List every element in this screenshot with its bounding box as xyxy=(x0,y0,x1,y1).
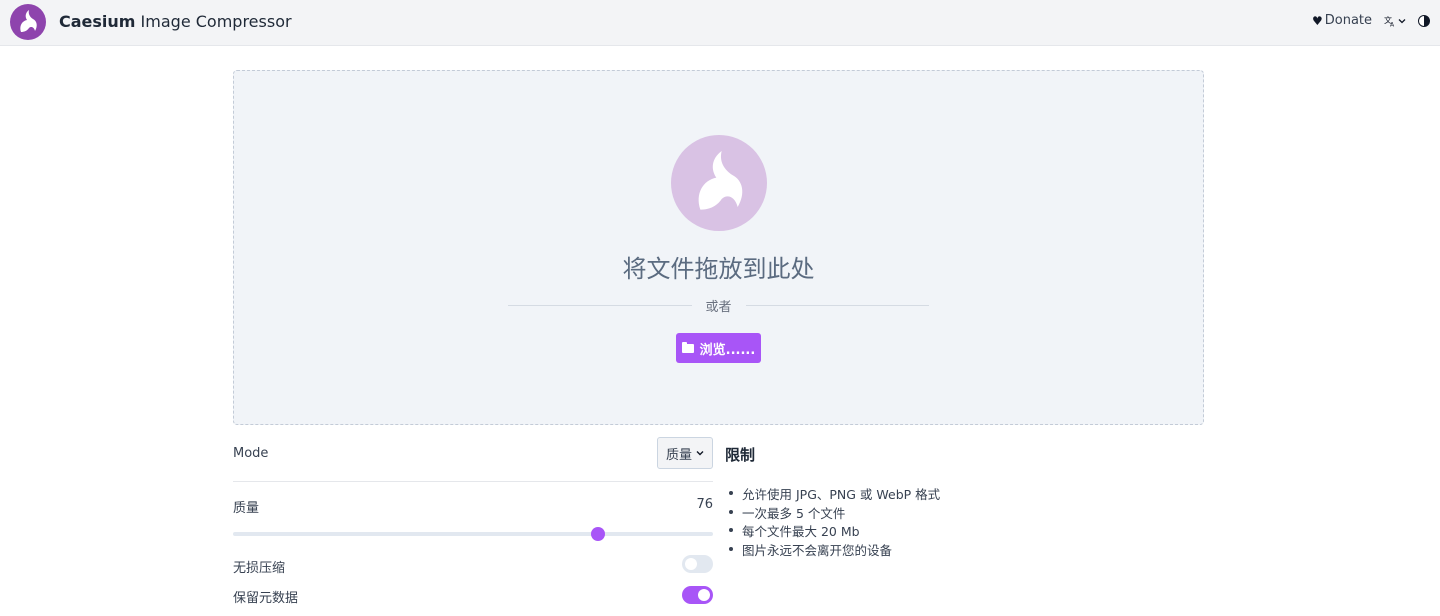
folder-icon xyxy=(681,341,694,353)
app-title: Caesium Image Compressor xyxy=(59,12,292,31)
browse-label: 浏览...... xyxy=(699,342,756,358)
settings-divider xyxy=(233,481,713,482)
drop-zone[interactable]: 将文件拖放到此处 或者 浏览...... xyxy=(233,70,1204,425)
donate-link[interactable]: ♥ Donate xyxy=(1312,13,1372,28)
slider-thumb[interactable] xyxy=(590,527,605,541)
list-item: 允许使用 JPG、PNG 或 WebP 格式 xyxy=(728,484,940,503)
metadata-toggle[interactable] xyxy=(682,586,713,604)
quality-label: 质量 xyxy=(233,501,260,516)
divider-line xyxy=(508,304,692,306)
quality-value: 76 xyxy=(696,497,713,512)
quality-slider[interactable] xyxy=(233,527,713,541)
list-item: 每个文件最大 20 Mb xyxy=(728,521,940,540)
mode-row: Mode 质量 xyxy=(233,436,713,470)
donate-label: Donate xyxy=(1324,13,1372,28)
limits-panel: 限制 允许使用 JPG、PNG 或 WebP 格式 一次最多 5 个文件 每个文… xyxy=(725,444,1205,558)
list-item: 一次最多 5 个文件 xyxy=(728,503,940,522)
limits-list: 允许使用 JPG、PNG 或 WebP 格式 一次最多 5 个文件 每个文件最大… xyxy=(728,484,940,559)
chevron-down-icon xyxy=(1398,18,1406,23)
mode-label: Mode xyxy=(233,446,269,461)
app-title-rest: Image Compressor xyxy=(135,12,292,31)
heart-icon: ♥ xyxy=(1311,13,1323,28)
or-label: 或者 xyxy=(705,299,732,315)
slider-track xyxy=(233,532,713,536)
mode-selected-value: 质量 xyxy=(665,447,692,463)
toggle-knob xyxy=(698,589,710,601)
limits-title: 限制 xyxy=(725,446,756,464)
caesium-logo[interactable] xyxy=(10,4,46,40)
drop-zone-title: 将文件拖放到此处 xyxy=(622,255,815,283)
mode-select[interactable]: 质量 xyxy=(657,437,713,469)
divider-line xyxy=(745,304,930,306)
caesium-logo-large xyxy=(671,135,767,231)
or-divider: 或者 xyxy=(508,296,930,315)
app-brand: Caesium xyxy=(59,12,136,31)
list-item: 图片永远不会离开您的设备 xyxy=(728,540,940,559)
translate-icon: 文 A xyxy=(1384,15,1395,27)
app-header: Caesium Image Compressor ♥ Donate 文 A xyxy=(0,0,1440,46)
metadata-label: 保留元数据 xyxy=(233,591,299,606)
contrast-icon[interactable] xyxy=(1418,14,1430,27)
lossless-toggle[interactable] xyxy=(682,555,713,573)
svg-text:A: A xyxy=(1390,21,1395,27)
language-selector[interactable]: 文 A xyxy=(1384,15,1406,27)
lossless-label: 无损压缩 xyxy=(233,561,286,576)
toggle-knob xyxy=(685,558,697,570)
browse-button[interactable]: 浏览...... xyxy=(676,333,761,363)
header-actions: ♥ Donate 文 A xyxy=(1312,13,1430,28)
chevron-down-icon xyxy=(696,451,704,456)
